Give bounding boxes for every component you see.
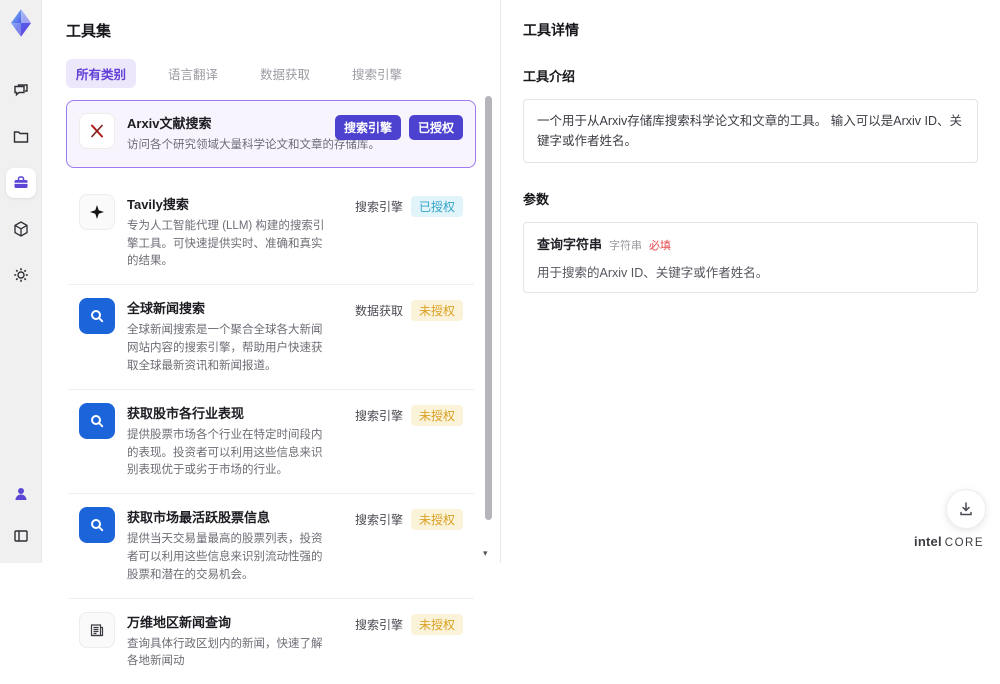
tool-description: 查询具体行政区划内的新闻，快速了解各地新闻动 xyxy=(127,636,333,672)
tool-name: 全球新闻搜索 xyxy=(127,298,333,317)
tool-card-tavily[interactable]: Tavily搜索 专为人工智能代理 (LLM) 构建的搜索引擎工具。可快速提供实… xyxy=(66,181,476,284)
brand-intel: intel xyxy=(914,534,942,549)
tool-name: 获取市场最活跃股票信息 xyxy=(127,507,333,526)
tool-list: Arxiv文献搜索 访问各个研究领域大量科学论文和文章的存储库。 搜索引擎 已授… xyxy=(66,100,476,684)
tool-description: 提供当天交易量最高的股票列表，投资者可以利用这些信息来识别流动性强的股票和潜在的… xyxy=(127,531,333,584)
detail-title: 工具详情 xyxy=(523,20,978,40)
category-label: 搜索引擎 xyxy=(355,407,403,424)
param-box: 查询字符串 字符串 必填 用于搜索的Arxiv ID、关键字或作者姓名。 xyxy=(523,222,978,293)
intel-core-logo: intelCORE xyxy=(914,533,984,551)
intro-box: 一个用于从Arxiv存储库搜索科学论文和文章的工具。 输入可以是Arxiv ID… xyxy=(523,99,978,163)
tool-name: Tavily搜索 xyxy=(127,194,333,213)
download-icon xyxy=(957,500,975,518)
intro-heading: 工具介绍 xyxy=(523,66,978,85)
tool-card-most-active-stocks[interactable]: 获取市场最活跃股票信息 提供当天交易量最高的股票列表，投资者可以利用这些信息来识… xyxy=(66,494,476,597)
arxiv-icon xyxy=(79,113,115,149)
intro-text: 一个用于从Arxiv存储库搜索科学论文和文章的工具。 输入可以是Arxiv ID… xyxy=(537,111,964,151)
sidebar xyxy=(0,0,42,563)
package-icon[interactable] xyxy=(6,214,36,244)
scrollbar-thumb[interactable] xyxy=(485,96,492,520)
tool-card-regional-news[interactable]: 万维地区新闻查询 查询具体行政区划内的新闻，快速了解各地新闻动 搜索引擎 未授权 xyxy=(66,599,476,684)
category-label: 搜索引擎 xyxy=(355,616,403,633)
status-badge-authorized[interactable]: 已授权 xyxy=(411,196,463,217)
tools-panel: 工具集 所有类别 语言翻译 数据获取 搜索引擎 Arxiv文献搜索 访问各个研究… xyxy=(42,0,500,563)
panel-toggle-icon[interactable] xyxy=(6,521,36,551)
tool-name: 获取股市各行业表现 xyxy=(127,403,333,422)
category-label: 搜索引擎 xyxy=(355,511,403,528)
category-label: 数据获取 xyxy=(355,302,403,319)
toolbox-icon[interactable] xyxy=(6,168,36,198)
tool-card-sector-performance[interactable]: 获取股市各行业表现 提供股票市场各个行业在特定时间段内的表现。投资者可以利用这些… xyxy=(66,390,476,493)
scroll-down-icon[interactable]: ▾ xyxy=(483,548,488,559)
detail-panel: 工具详情 工具介绍 一个用于从Arxiv存储库搜索科学论文和文章的工具。 输入可… xyxy=(500,0,1000,563)
newspaper-icon xyxy=(79,612,115,648)
status-badge-unauthorized[interactable]: 未授权 xyxy=(411,509,463,530)
brand-core: CORE xyxy=(945,537,984,549)
status-badge-unauthorized[interactable]: 未授权 xyxy=(411,300,463,321)
param-type: 字符串 xyxy=(609,237,642,253)
tab-language-translation[interactable]: 语言翻译 xyxy=(158,59,228,88)
star-icon xyxy=(79,194,115,230)
search-blue-icon xyxy=(79,298,115,334)
tool-card-arxiv[interactable]: Arxiv文献搜索 访问各个研究领域大量科学论文和文章的存储库。 搜索引擎 已授… xyxy=(66,100,476,168)
tab-search-engine[interactable]: 搜索引擎 xyxy=(342,59,412,88)
page-title: 工具集 xyxy=(66,20,476,41)
tab-data-fetch[interactable]: 数据获取 xyxy=(250,59,320,88)
download-button[interactable] xyxy=(946,489,986,529)
tool-name: 万维地区新闻查询 xyxy=(127,612,333,631)
tool-description: 提供股票市场各个行业在特定时间段内的表现。投资者可以利用这些信息来识别表现优于或… xyxy=(127,427,333,480)
app-logo-icon xyxy=(6,8,36,38)
gear-icon[interactable] xyxy=(6,260,36,290)
search-blue-icon xyxy=(79,507,115,543)
tab-all-categories[interactable]: 所有类别 xyxy=(66,59,136,88)
category-label: 搜索引擎 xyxy=(355,198,403,215)
status-button-authorized[interactable]: 已授权 xyxy=(409,115,463,140)
param-required-badge: 必填 xyxy=(649,237,671,253)
search-blue-icon xyxy=(79,403,115,439)
status-badge-unauthorized[interactable]: 未授权 xyxy=(411,614,463,635)
param-description: 用于搜索的Arxiv ID、关键字或作者姓名。 xyxy=(537,262,964,281)
tool-description: 全球新闻搜索是一个聚合全球各大新闻网站内容的搜索引擎，帮助用户快速获取全球最新资… xyxy=(127,322,333,375)
status-badge-unauthorized[interactable]: 未授权 xyxy=(411,405,463,426)
tool-description: 专为人工智能代理 (LLM) 构建的搜索引擎工具。可快速提供实时、准确和真实的结… xyxy=(127,218,333,271)
user-icon[interactable] xyxy=(6,479,36,509)
category-tabs: 所有类别 语言翻译 数据获取 搜索引擎 xyxy=(66,59,476,88)
tool-card-global-news[interactable]: 全球新闻搜索 全球新闻搜索是一个聚合全球各大新闻网站内容的搜索引擎，帮助用户快速… xyxy=(66,285,476,388)
params-heading: 参数 xyxy=(523,189,978,208)
param-name: 查询字符串 xyxy=(537,234,602,253)
folder-icon[interactable] xyxy=(6,122,36,152)
category-button[interactable]: 搜索引擎 xyxy=(335,115,401,140)
chat-icon[interactable] xyxy=(6,76,36,106)
scrollbar: ▾ xyxy=(485,86,492,557)
